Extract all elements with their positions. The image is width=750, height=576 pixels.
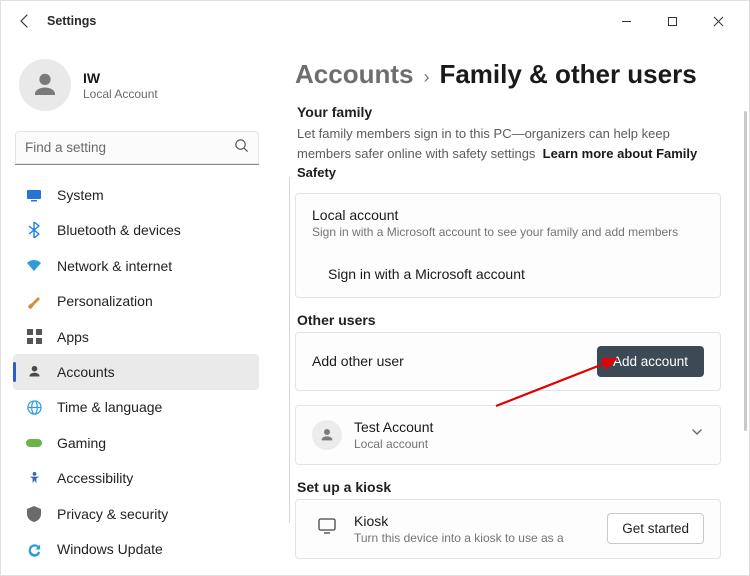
- sidebar-item-privacy[interactable]: Privacy & security: [13, 496, 259, 531]
- gaming-icon: [25, 434, 43, 452]
- add-other-user-label: Add other user: [312, 353, 404, 369]
- sidebar-item-personalization[interactable]: Personalization: [13, 283, 259, 318]
- sidebar-item-accounts[interactable]: Accounts: [13, 354, 259, 389]
- add-account-button[interactable]: Add account: [597, 346, 704, 377]
- maximize-button[interactable]: [649, 5, 695, 37]
- close-button[interactable]: [695, 5, 741, 37]
- card-user-test-account[interactable]: Test Account Local account: [295, 405, 721, 465]
- sidebar-item-label: Accounts: [57, 364, 115, 380]
- page-title: Family & other users: [439, 59, 696, 90]
- window-controls: [603, 5, 741, 37]
- sidebar-item-label: Apps: [57, 329, 89, 345]
- sidebar-item-update[interactable]: Windows Update: [13, 532, 259, 567]
- search-box[interactable]: [15, 131, 259, 165]
- bluetooth-icon: [25, 221, 43, 239]
- section-title-other: Other users: [297, 312, 721, 328]
- search-input[interactable]: [15, 131, 259, 165]
- get-started-button[interactable]: Get started: [607, 513, 704, 544]
- wifi-icon: [25, 257, 43, 275]
- sidebar-item-network[interactable]: Network & internet: [13, 248, 259, 283]
- titlebar: Settings: [1, 1, 749, 41]
- kiosk-sub: Turn this device into a kiosk to use as …: [354, 531, 564, 545]
- sidebar-item-label: Personalization: [57, 293, 153, 309]
- profile-block[interactable]: IW Local Account: [13, 45, 263, 125]
- sidebar-item-system[interactable]: System: [13, 177, 259, 212]
- sidebar-item-bluetooth[interactable]: Bluetooth & devices: [13, 212, 259, 247]
- minimize-button[interactable]: [603, 5, 649, 37]
- sidebar-item-label: Accessibility: [57, 470, 133, 486]
- main-content: Accounts › Family & other users Your fam…: [271, 41, 749, 575]
- section-title-family: Your family: [297, 104, 721, 120]
- apps-icon: [25, 328, 43, 346]
- sidebar-item-label: Bluetooth & devices: [57, 222, 181, 238]
- local-account-title: Local account: [312, 207, 678, 223]
- shield-icon: [25, 505, 43, 523]
- row-kiosk: Kiosk Turn this device into a kiosk to u…: [296, 500, 720, 558]
- card-add-other-user: Add other user Add account: [295, 332, 721, 391]
- sidebar-item-label: Network & internet: [57, 258, 172, 274]
- brush-icon: [25, 292, 43, 310]
- chevron-down-icon: [690, 425, 704, 444]
- back-button[interactable]: [9, 5, 41, 37]
- update-icon: [25, 540, 43, 558]
- person-icon: [25, 363, 43, 381]
- profile-text: IW Local Account: [83, 70, 158, 101]
- section-title-kiosk: Set up a kiosk: [297, 479, 721, 495]
- sidebar-item-accessibility[interactable]: Accessibility: [13, 461, 259, 496]
- row-local-account: Local account Sign in with a Microsoft a…: [296, 194, 720, 252]
- row-user[interactable]: Test Account Local account: [296, 406, 720, 464]
- app-title: Settings: [47, 14, 96, 28]
- scrollbar[interactable]: [744, 111, 747, 431]
- row-add-other-user: Add other user Add account: [296, 333, 720, 390]
- breadcrumb-root[interactable]: Accounts: [295, 59, 413, 90]
- user-name: Test Account: [354, 419, 433, 435]
- user-sub: Local account: [354, 437, 433, 451]
- sidebar-item-label: Windows Update: [57, 541, 163, 557]
- sidebar-item-apps[interactable]: Apps: [13, 319, 259, 354]
- breadcrumb: Accounts › Family & other users: [295, 59, 721, 90]
- card-kiosk: Kiosk Turn this device into a kiosk to u…: [295, 499, 721, 559]
- person-icon: [312, 420, 342, 450]
- sidebar-item-label: Gaming: [57, 435, 106, 451]
- card-family-signin: Local account Sign in with a Microsoft a…: [295, 193, 721, 298]
- row-signin-ms[interactable]: Sign in with a Microsoft account: [296, 252, 720, 297]
- nav-list: System Bluetooth & devices Network & int…: [13, 177, 263, 567]
- sidebar-item-label: System: [57, 187, 104, 203]
- kiosk-title: Kiosk: [354, 513, 564, 529]
- signin-ms-label: Sign in with a Microsoft account: [328, 266, 525, 282]
- globe-icon: [25, 398, 43, 416]
- section-desc-family: Let family members sign in to this PC—or…: [297, 124, 721, 183]
- profile-subtitle: Local Account: [83, 87, 158, 101]
- sidebar-item-label: Time & language: [57, 399, 162, 415]
- sidebar-item-time[interactable]: Time & language: [13, 390, 259, 425]
- monitor-icon: [318, 518, 336, 539]
- chevron-right-icon: ›: [423, 67, 429, 88]
- search-icon: [234, 138, 249, 158]
- profile-name: IW: [83, 70, 158, 86]
- avatar: [19, 59, 71, 111]
- accessibility-icon: [25, 469, 43, 487]
- local-account-sub: Sign in with a Microsoft account to see …: [312, 225, 678, 239]
- sidebar-item-label: Privacy & security: [57, 506, 168, 522]
- display-icon: [25, 186, 43, 204]
- sidebar: IW Local Account System Bluetooth & devi…: [1, 41, 271, 575]
- sidebar-item-gaming[interactable]: Gaming: [13, 425, 259, 460]
